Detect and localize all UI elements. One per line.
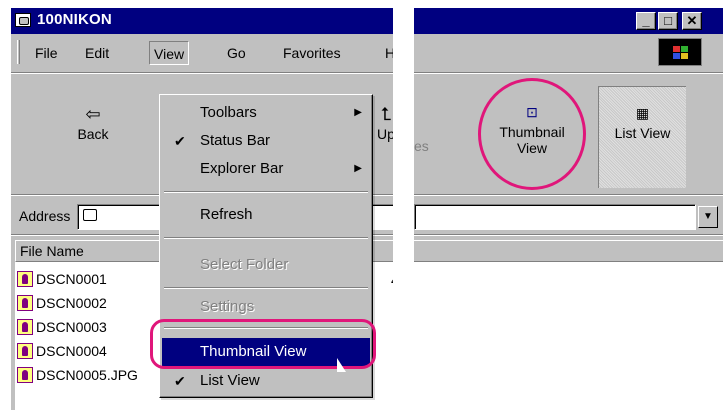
toolbar-partial-label: es	[414, 138, 429, 154]
menu-item-label: Settings	[200, 298, 255, 315]
mouse-cursor-icon	[337, 358, 346, 372]
explorer-window: 100NIKON File Edit View Go Favorites H ⇦…	[10, 8, 393, 410]
toolbar-separator	[414, 72, 723, 74]
menu-item-label: Select Folder	[200, 256, 289, 273]
up-button[interactable]: ⮤ Up	[371, 102, 393, 142]
file-row[interactable]: DSCN0004	[17, 340, 107, 362]
menu-item-label: Thumbnail View	[200, 343, 307, 360]
partial-cell-value: 4	[391, 272, 393, 288]
file-name: DSCN0002	[36, 295, 107, 311]
image-file-icon	[17, 271, 33, 287]
address-input-continued[interactable]	[414, 204, 696, 230]
file-row[interactable]: DSCN0001	[17, 268, 107, 290]
maximize-button[interactable]: □	[658, 12, 678, 30]
menu-item-status-bar[interactable]: ✔ Status Bar	[162, 127, 370, 155]
file-name: DSCN0001	[36, 271, 107, 287]
menu-item-refresh[interactable]: Refresh	[162, 201, 370, 229]
menu-item-toolbars[interactable]: Toolbars ▶	[162, 99, 370, 127]
file-list-continued	[414, 262, 723, 410]
list-view-button[interactable]: ▦ List View	[598, 86, 686, 188]
menu-file[interactable]: File	[31, 41, 62, 65]
address-separator-bottom	[414, 234, 723, 236]
thumbnail-view-button[interactable]: ⊡ Thumbnail View	[492, 100, 572, 156]
list-view-icon: ▦	[635, 105, 650, 121]
close-button[interactable]: ✕	[682, 12, 702, 30]
back-label: Back	[77, 126, 109, 142]
menu-go[interactable]: Go	[223, 41, 250, 65]
window-title: 100NIKON	[37, 11, 112, 28]
address-dropdown-button[interactable]: ▼	[698, 206, 718, 228]
menu-item-label: Toolbars	[200, 104, 257, 121]
menu-separator	[164, 237, 368, 239]
thumbnail-label-line1: Thumbnail	[499, 124, 565, 140]
submenu-arrow-icon: ▶	[354, 163, 362, 174]
menu-item-label: List View	[200, 372, 260, 389]
minimize-button[interactable]: _	[636, 12, 656, 30]
menubar-grip[interactable]	[17, 40, 20, 64]
file-name: DSCN0003	[36, 319, 107, 335]
toolbar-separator	[11, 72, 393, 74]
menu-separator	[164, 191, 368, 193]
menu-item-explorer-bar[interactable]: Explorer Bar ▶	[162, 155, 370, 183]
list-view-label: List View	[614, 125, 671, 141]
menu-item-settings: Settings	[162, 293, 370, 321]
menu-view[interactable]: View	[149, 41, 190, 65]
file-row[interactable]: DSCN0005.JPG	[17, 364, 138, 386]
image-file-icon	[17, 343, 33, 359]
address-separator-top	[414, 194, 723, 196]
checkmark-icon: ✔	[174, 133, 186, 149]
address-label: Address	[19, 208, 71, 224]
menu-edit[interactable]: Edit	[81, 41, 113, 65]
menu-item-label: Explorer Bar	[200, 160, 284, 177]
file-row[interactable]: DSCN0002	[17, 292, 107, 314]
menu-favorites[interactable]: Favorites	[279, 41, 345, 65]
title-bar[interactable]: 100NIKON	[11, 8, 393, 34]
back-arrow-icon: ⇦	[85, 104, 101, 124]
file-row[interactable]: DSCN0003	[17, 316, 107, 338]
image-file-icon	[17, 319, 33, 335]
explorer-window-right: _ □ ✕ es ⊡ Thumbnail View ▦ List View ▼	[414, 8, 723, 410]
view-menu-dropdown: Toolbars ▶ ✔ Status Bar Explorer Bar ▶ R…	[159, 94, 373, 398]
menu-separator	[164, 327, 368, 329]
thumbnail-view-icon: ⊡	[526, 104, 538, 120]
file-name: DSCN0005.JPG	[36, 367, 138, 383]
checkmark-icon: ✔	[174, 373, 186, 389]
up-label: Up	[377, 126, 393, 142]
column-header-continued[interactable]	[414, 240, 723, 262]
menu-help[interactable]: H	[381, 41, 393, 65]
back-button[interactable]: ⇦ Back	[63, 102, 123, 142]
submenu-arrow-icon: ▶	[354, 107, 362, 118]
menu-separator	[164, 287, 368, 289]
menu-item-label: Status Bar	[200, 132, 271, 149]
up-folder-icon: ⮤	[380, 104, 392, 124]
folder-icon	[15, 13, 31, 27]
menu-item-select-folder: Select Folder	[162, 251, 370, 279]
file-name: DSCN0004	[36, 343, 107, 359]
image-file-icon	[17, 367, 33, 383]
windows-logo-icon	[658, 38, 702, 66]
thumbnail-label-line2: View	[516, 140, 548, 156]
menu-bar: File Edit View Go Favorites H	[11, 36, 393, 68]
folder-icon	[83, 209, 97, 221]
image-file-icon	[17, 295, 33, 311]
menu-item-label: Refresh	[200, 206, 253, 223]
